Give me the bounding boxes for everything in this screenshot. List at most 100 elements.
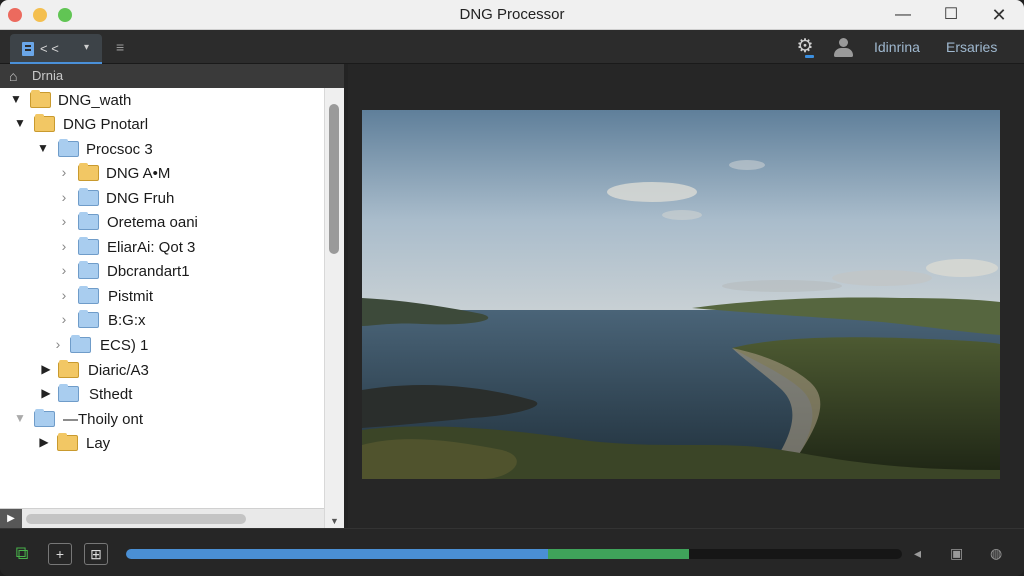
chevron-right-icon[interactable]: ›	[58, 262, 70, 278]
coastal-landscape-image	[362, 110, 1000, 479]
chevron-right-icon[interactable]: ›	[58, 238, 70, 254]
image-preview-pane	[348, 64, 1024, 528]
tree-row-label: DNG Fruh	[106, 190, 175, 207]
window-title: DNG Processor	[459, 6, 565, 23]
panel-header-label: Drnia	[32, 68, 64, 83]
progress-segment-green	[548, 549, 690, 559]
tree-row[interactable]: › Oretema oani	[0, 210, 324, 234]
tree-row-label: DNG A•M	[106, 165, 171, 182]
volume-icon[interactable]: ◂	[914, 545, 921, 562]
minimize-icon[interactable]: —	[890, 3, 916, 27]
tree-row[interactable]: › EliarAi: Qot 3	[0, 235, 324, 259]
file-tab-label: < <	[40, 41, 59, 56]
process-icon[interactable]: ⧉	[10, 543, 34, 565]
user-icon-head	[839, 38, 848, 47]
chevron-right-icon[interactable]: ›	[58, 287, 70, 303]
user-icon[interactable]	[832, 37, 854, 57]
chevron-right-icon[interactable]: ›	[52, 336, 64, 352]
folder-icon	[78, 188, 99, 206]
bottom-bar: ⧉ + ⊞ ◂ ▣ ◍	[0, 528, 1024, 576]
camera-icon[interactable]: ▣	[950, 545, 963, 562]
chevron-right-icon[interactable]: ›	[58, 164, 70, 180]
tree-row-label: Dbcrandart1	[107, 263, 190, 280]
folder-icon	[58, 384, 79, 402]
expanded-arrow-icon[interactable]: ▼	[37, 141, 49, 155]
collapsed-arrow-icon[interactable]: ▶	[40, 362, 52, 376]
tree-row[interactable]: › DNG A•M	[0, 161, 324, 185]
chevron-down-icon: ▾	[84, 42, 90, 53]
tree-row-label: DNG Pnotarl	[63, 116, 149, 133]
title-bar: DNG Processor — ☐ ✕	[0, 0, 1024, 30]
folder-icon	[57, 433, 78, 451]
folder-tree: ▼ DNG_wath ▼ DNG Pnotarl ▼ Procsoc 3 › D…	[0, 88, 324, 516]
toolbar: < < ▾ ≡ ⚙ Idinrina Ersaries	[0, 30, 1024, 64]
file-tab[interactable]: < < ▾	[10, 34, 102, 64]
scroll-left-icon[interactable]: ▶	[0, 509, 22, 529]
folder-icon	[58, 139, 79, 157]
progress-segment-blue	[126, 549, 549, 559]
tree-row[interactable]: › ECS) 1	[0, 333, 324, 357]
tree-row-label: Procsoc 3	[86, 141, 153, 158]
horizontal-scrollbar[interactable]: ▶	[0, 508, 324, 529]
tree-row-label: ECS) 1	[100, 337, 149, 354]
folder-panel: ⌂ Drnia ▼ DNG_wath ▼ DNG Pnotarl ▼ Procs…	[0, 64, 344, 529]
toolbar-link-2[interactable]: Ersaries	[946, 39, 997, 55]
collapsed-arrow-icon[interactable]: ▶	[38, 435, 50, 449]
tree-row-label: Oretema oani	[107, 214, 198, 231]
progress-bar	[126, 549, 902, 559]
tree-row[interactable]: ▼ Procsoc 3	[0, 137, 324, 161]
folder-icon	[58, 360, 79, 378]
close-icon[interactable]: ✕	[986, 3, 1012, 27]
vertical-scrollbar[interactable]: ▼	[324, 88, 344, 528]
expanded-arrow-icon[interactable]: ▼	[10, 92, 22, 106]
app-window: DNG Processor — ☐ ✕ < < ▾ ≡ ⚙ Idinrina E…	[0, 0, 1024, 576]
folder-icon	[78, 163, 99, 181]
horizontal-scrollbar-thumb[interactable]	[26, 514, 246, 524]
panel-header: ⌂ Drnia	[0, 64, 344, 88]
tree-row[interactable]: ▶ Lay	[0, 431, 324, 455]
folder-icon	[78, 310, 99, 328]
scroll-down-icon[interactable]: ▼	[330, 516, 339, 526]
collapsed-arrow-icon[interactable]: ▶	[40, 386, 52, 400]
tree-row-label: B:G:x	[108, 312, 146, 329]
tree-row-label: DNG_wath	[58, 92, 132, 109]
tree-row[interactable]: ▶ Diaric/A3	[0, 358, 324, 382]
folder-icon	[78, 261, 99, 279]
home-icon[interactable]: ⌂	[9, 68, 17, 84]
tree-row-label: EliarAi: Qot 3	[107, 239, 196, 256]
maximize-icon[interactable]: ☐	[938, 3, 964, 27]
tree-row[interactable]: › DNG Fruh	[0, 186, 324, 210]
toolbar-link-1[interactable]: Idinrina	[874, 39, 920, 55]
globe-icon[interactable]: ◍	[990, 545, 1002, 562]
folder-icon	[78, 212, 99, 230]
expanded-arrow-icon[interactable]: ▼	[14, 411, 26, 425]
add-icon[interactable]: +	[48, 543, 72, 565]
folder-icon	[78, 237, 99, 255]
tree-row[interactable]: ▼ —Thoily ont	[0, 407, 324, 431]
grid-icon[interactable]: ⊞	[84, 543, 108, 565]
tree-row-label: —Thoily ont	[63, 411, 144, 428]
chevron-right-icon[interactable]: ›	[58, 213, 70, 229]
tree-row[interactable]: ▶ Sthedt	[0, 382, 324, 406]
tree-row[interactable]: ▼ DNG Pnotarl	[0, 112, 324, 136]
chevron-right-icon[interactable]: ›	[58, 311, 70, 327]
user-icon-body	[834, 48, 853, 57]
tree-row-label: Diaric/A3	[88, 362, 149, 379]
tree-row[interactable]: › Dbcrandart1	[0, 259, 324, 283]
gear-icon[interactable]: ⚙	[794, 36, 816, 58]
folder-icon	[34, 114, 55, 132]
menu-icon[interactable]: ≡	[116, 39, 124, 55]
file-icon	[22, 42, 34, 56]
chevron-right-icon[interactable]: ›	[58, 189, 70, 205]
expanded-arrow-icon[interactable]: ▼	[14, 116, 26, 130]
preview-photo[interactable]	[362, 110, 1000, 479]
vertical-scrollbar-thumb[interactable]	[329, 104, 339, 254]
tree-row[interactable]: › B:G:x	[0, 308, 324, 332]
folder-icon	[78, 286, 99, 304]
tree-row-label: Sthedt	[89, 386, 133, 403]
tree-row-label: Lay	[86, 435, 111, 452]
folder-icon	[30, 90, 51, 108]
tree-row[interactable]: ▼ DNG_wath	[0, 88, 324, 112]
tree-row[interactable]: › Pistmit	[0, 284, 324, 308]
folder-icon	[70, 335, 91, 353]
